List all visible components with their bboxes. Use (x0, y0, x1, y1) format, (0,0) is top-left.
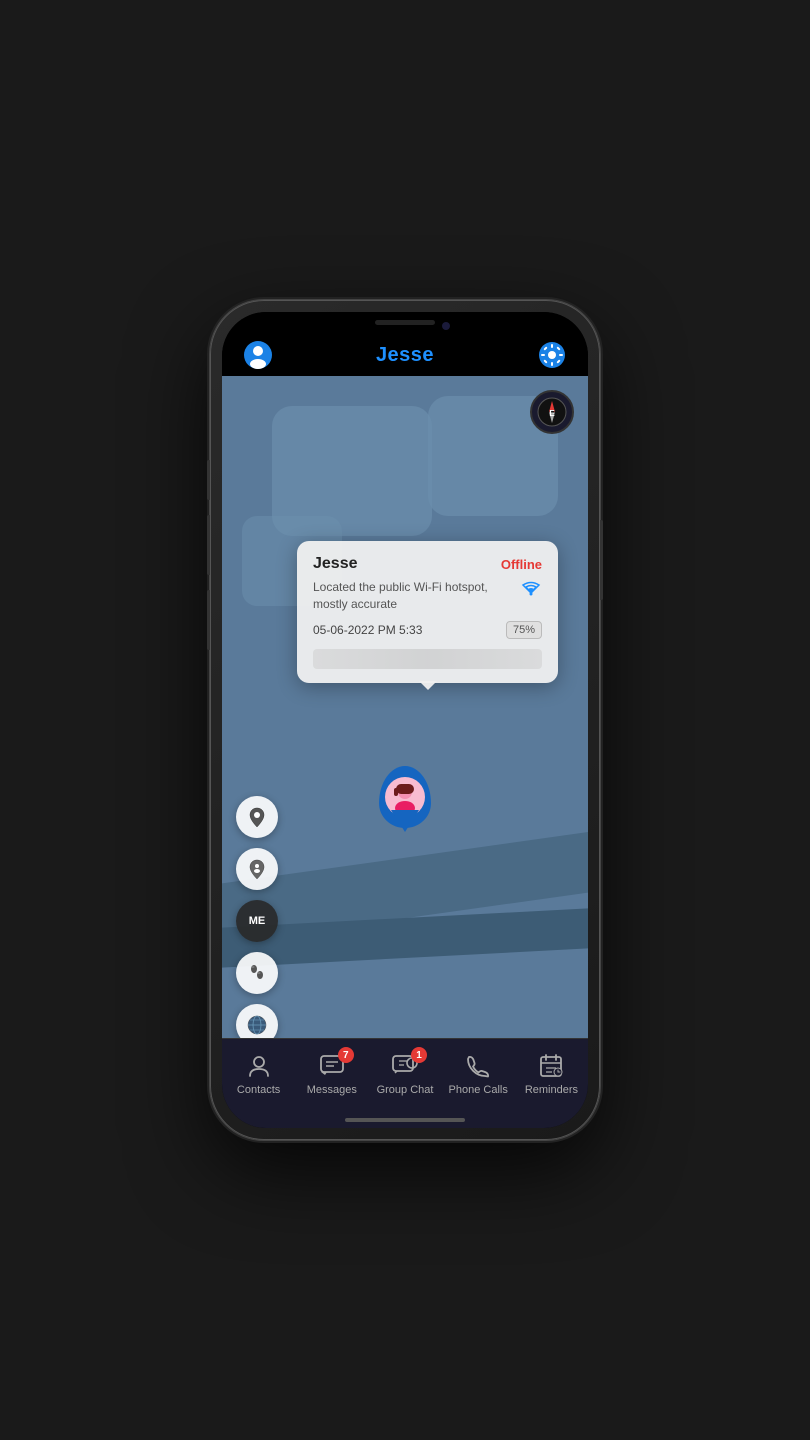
popup-header: Jesse Offline (313, 555, 542, 573)
tab-reminders[interactable]: Reminders (515, 1049, 588, 1096)
reminders-icon (538, 1053, 564, 1079)
messages-badge: 7 (338, 1047, 354, 1063)
group-chat-tab-label: Group Chat (377, 1084, 434, 1096)
compass-icon: E (537, 397, 567, 427)
front-camera (442, 322, 450, 330)
location-2-button[interactable] (236, 848, 278, 890)
popup-battery: 75% (506, 621, 542, 639)
popup-blurred-address (313, 649, 542, 669)
compass-button[interactable]: E (530, 390, 574, 434)
pin-avatar-icon (386, 778, 424, 816)
phone-calls-icon (465, 1053, 491, 1079)
map-pin[interactable] (379, 766, 431, 828)
contacts-icon (246, 1053, 272, 1079)
globe-icon (246, 1014, 268, 1036)
profile-button[interactable] (240, 337, 276, 373)
map-side-controls: ME (236, 796, 278, 1038)
settings-icon (538, 341, 566, 369)
me-label: ME (249, 916, 266, 927)
speaker (375, 320, 435, 325)
phone-calls-icon-wrap (460, 1051, 496, 1081)
popup-contact-name: Jesse (313, 555, 358, 573)
wifi-icon (520, 579, 542, 604)
popup-status: Offline (501, 557, 542, 572)
notch (340, 312, 470, 340)
popup-location: Located the public Wi-Fi hotspot, mostly… (313, 579, 542, 613)
group-chat-badge: 1 (411, 1047, 427, 1063)
location-person-icon (246, 858, 268, 880)
tab-messages[interactable]: 7 Messages (295, 1049, 368, 1096)
reminders-tab-label: Reminders (525, 1084, 578, 1096)
me-button[interactable]: ME (236, 900, 278, 942)
location-pin-icon (246, 806, 268, 828)
volume-down-button (207, 590, 210, 650)
volume-mute-button (207, 460, 210, 500)
reminders-icon-wrap (533, 1051, 569, 1081)
contacts-tab-label: Contacts (237, 1084, 280, 1096)
popup-time-row: 05-06-2022 PM 5:33 75% (313, 621, 542, 639)
tab-phone-calls[interactable]: Phone Calls (442, 1049, 515, 1096)
settings-button[interactable] (534, 337, 570, 373)
messages-tab-label: Messages (307, 1084, 357, 1096)
power-button (600, 520, 603, 600)
svg-text:E: E (549, 409, 555, 418)
contacts-icon-wrap (241, 1051, 277, 1081)
tab-contacts[interactable]: Contacts (222, 1049, 295, 1096)
group-chat-icon-wrap: 1 (387, 1051, 423, 1081)
globe-button[interactable] (236, 1004, 278, 1038)
location-popup[interactable]: Jesse Offline Located the public Wi-Fi h… (297, 541, 558, 683)
location-button[interactable] (236, 796, 278, 838)
phone-frame: Jesse (210, 300, 600, 1140)
profile-icon (243, 340, 273, 370)
phone-screen: Jesse (222, 312, 588, 1128)
phone-calls-tab-label: Phone Calls (449, 1084, 508, 1096)
messages-icon-wrap: 7 (314, 1051, 350, 1081)
wifi-signal-icon (520, 579, 542, 597)
tab-group-chat[interactable]: 1 Group Chat (368, 1049, 441, 1096)
pin-body (379, 766, 431, 828)
pin-avatar (385, 777, 425, 817)
map-view[interactable]: E Jesse Offline Located the public Wi-Fi… (222, 376, 588, 1038)
page-title: Jesse (376, 344, 434, 367)
footprints-icon (246, 962, 268, 984)
tab-bar: Contacts 7 Messages (222, 1038, 588, 1128)
volume-up-button (207, 515, 210, 575)
home-indicator (345, 1118, 465, 1122)
footprints-button[interactable] (236, 952, 278, 994)
popup-datetime: 05-06-2022 PM 5:33 (313, 623, 422, 637)
